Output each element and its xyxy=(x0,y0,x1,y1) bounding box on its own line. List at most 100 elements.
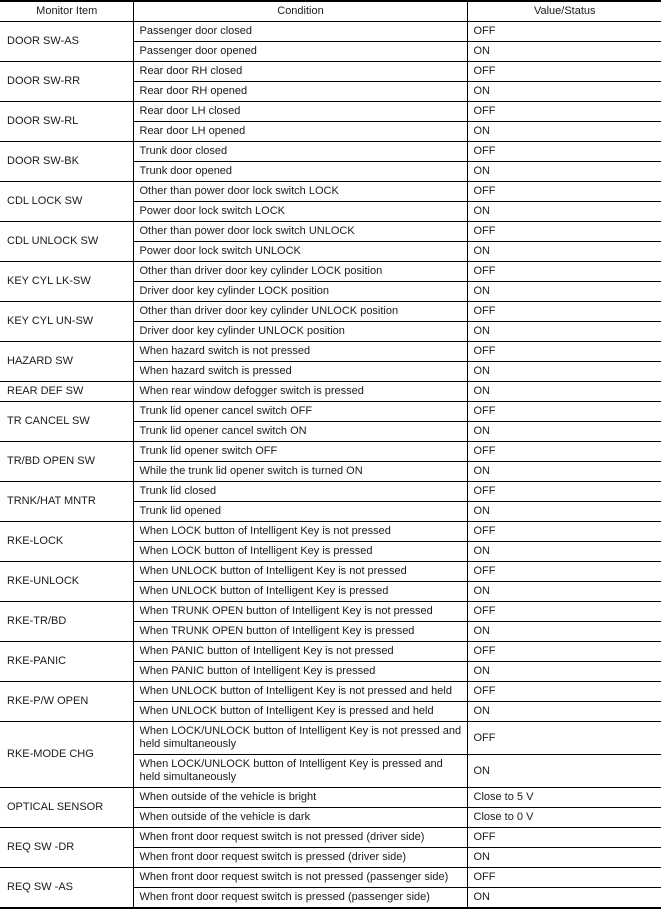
monitor-item-cell: REQ SW -AS xyxy=(0,867,134,909)
value-status-cell: ON xyxy=(466,621,661,642)
condition-cell: When UNLOCK button of Intelligent Key is… xyxy=(133,701,468,722)
table-row: DOOR SW-RR Rear door RH closed OFF xyxy=(0,61,661,102)
monitor-item-cell: DOOR SW-AS xyxy=(0,21,134,62)
table-row: REQ SW -AS When front door request switch… xyxy=(0,867,661,909)
monitor-item-table: Monitor Item Condition Value/Status DOOR… xyxy=(0,0,661,909)
monitor-item-cell: RKE-MODE CHG xyxy=(0,721,134,788)
condition-cell: When PANIC button of Intelligent Key is … xyxy=(132,641,468,662)
value-status-cell: ON xyxy=(466,421,661,442)
condition-cell: When UNLOCK button of Intelligent Key is… xyxy=(133,581,468,602)
value-status-cell: ON xyxy=(466,581,661,602)
table-row: CDL LOCK SW Other than power door lock sw… xyxy=(0,181,661,222)
monitor-item-cell: KEY CYL LK-SW xyxy=(0,261,134,302)
value-status-cell: ON xyxy=(466,847,661,868)
table-row: RKE-P/W OPEN When UNLOCK button of Intell… xyxy=(0,681,661,722)
value-status-cell: OFF xyxy=(466,301,661,322)
condition-cell: Trunk lid opened xyxy=(133,501,468,522)
value-status-cell: ON xyxy=(466,701,661,722)
table-header-row: Monitor Item Condition Value/Status xyxy=(0,0,661,22)
condition-cell: When LOCK/UNLOCK button of Intelligent K… xyxy=(132,721,468,755)
value-status-cell: ON xyxy=(466,281,661,302)
monitor-item-cell: RKE-UNLOCK xyxy=(0,561,134,602)
monitor-item-cell: REAR DEF SW xyxy=(0,381,134,402)
monitor-item-cell: REQ SW -DR xyxy=(0,827,134,868)
condition-cell: When PANIC button of Intelligent Key is … xyxy=(133,661,468,682)
condition-cell: When UNLOCK button of Intelligent Key is… xyxy=(132,561,468,582)
monitor-item-cell: RKE-TR/BD xyxy=(0,601,134,642)
condition-cell: When front door request switch is not pr… xyxy=(132,827,468,848)
value-status-cell: OFF xyxy=(466,141,661,162)
monitor-item-cell: TRNK/HAT MNTR xyxy=(0,481,134,522)
value-status-cell: OFF xyxy=(466,441,661,462)
value-status-cell: OFF xyxy=(466,21,661,42)
table-body: DOOR SW-AS Passenger door closed OFF Passen… xyxy=(0,21,661,909)
table-row: RKE-PANIC When PANIC button of Intelligen… xyxy=(0,641,661,682)
table-row: RKE-LOCK When LOCK button of Intelligent … xyxy=(0,521,661,562)
condition-cell: Other than driver door key cylinder UNLO… xyxy=(132,301,468,322)
condition-cell: When TRUNK OPEN button of Intelligent Ke… xyxy=(133,621,468,642)
value-status-cell: OFF xyxy=(466,61,661,82)
condition-cell: When front door request switch is presse… xyxy=(133,887,468,909)
monitor-item-cell: DOOR SW-RR xyxy=(0,61,134,102)
condition-cell: Trunk lid closed xyxy=(132,481,468,502)
value-status-cell: Close to 0 V xyxy=(466,807,661,828)
condition-cell: When LOCK/UNLOCK button of Intelligent K… xyxy=(133,754,468,788)
value-status-cell: OFF xyxy=(466,681,661,702)
table-row: CDL UNLOCK SW Other than power door lock … xyxy=(0,221,661,262)
condition-cell: Trunk lid opener cancel switch ON xyxy=(133,421,468,442)
condition-cell: Trunk lid opener cancel switch OFF xyxy=(132,401,468,422)
condition-cell: When UNLOCK button of Intelligent Key is… xyxy=(132,681,468,702)
value-status-cell: OFF xyxy=(466,721,661,755)
value-status-cell: ON xyxy=(466,81,661,102)
condition-cell: When outside of the vehicle is bright xyxy=(132,787,468,808)
condition-cell: When outside of the vehicle is dark xyxy=(133,807,468,828)
table-row: RKE-TR/BD When TRUNK OPEN button of Intel… xyxy=(0,601,661,642)
value-status-cell: OFF xyxy=(466,601,661,622)
table-row: KEY CYL UN-SW Other than driver door key … xyxy=(0,301,661,342)
value-status-cell: OFF xyxy=(466,341,661,362)
table-row: TR/BD OPEN SW Trunk lid opener switch OFF… xyxy=(0,441,661,482)
monitor-item-cell: CDL LOCK SW xyxy=(0,181,134,222)
condition-cell: While the trunk lid opener switch is tur… xyxy=(133,461,468,482)
condition-cell: Rear door RH opened xyxy=(133,81,468,102)
condition-cell: Passenger door closed xyxy=(132,21,468,42)
value-status-cell: ON xyxy=(466,321,661,342)
condition-cell: When front door request switch is not pr… xyxy=(132,867,468,888)
condition-cell: Other than power door lock switch UNLOCK xyxy=(132,221,468,242)
value-status-cell: ON xyxy=(466,661,661,682)
monitor-item-cell: TR/BD OPEN SW xyxy=(0,441,134,482)
value-status-cell: OFF xyxy=(466,221,661,242)
condition-cell: Power door lock switch LOCK xyxy=(133,201,468,222)
monitor-item-cell: DOOR SW-BK xyxy=(0,141,134,182)
monitor-item-cell: OPTICAL SENSOR xyxy=(0,787,134,828)
value-status-cell: OFF xyxy=(466,481,661,502)
condition-cell: Trunk lid opener switch OFF xyxy=(132,441,468,462)
value-status-cell: ON xyxy=(466,461,661,482)
value-status-cell: ON xyxy=(466,161,661,182)
table-row: HAZARD SW When hazard switch is not press… xyxy=(0,341,661,382)
monitor-item-cell: KEY CYL UN-SW xyxy=(0,301,134,342)
table-row: DOOR SW-AS Passenger door closed OFF xyxy=(0,21,661,62)
table-row: TR CANCEL SW Trunk lid opener cancel swit… xyxy=(0,401,661,442)
monitor-item-cell: RKE-LOCK xyxy=(0,521,134,562)
header-value-status: Value/Status xyxy=(466,0,661,22)
condition-cell: Driver door key cylinder LOCK position xyxy=(133,281,468,302)
condition-cell: When rear window defogger switch is pres… xyxy=(132,381,468,402)
condition-cell: Power door lock switch UNLOCK xyxy=(133,241,468,262)
value-status-cell: ON xyxy=(466,241,661,262)
value-status-cell: ON xyxy=(466,887,661,909)
table-row: DOOR SW-RL Rear door LH closed OFF xyxy=(0,101,661,142)
condition-cell: Rear door RH closed xyxy=(132,61,468,82)
value-status-cell: Close to 5 V xyxy=(466,787,661,808)
value-status-cell: ON xyxy=(466,361,661,382)
value-status-cell: ON xyxy=(466,501,661,522)
value-status-cell: ON xyxy=(466,381,661,402)
table-row: OPTICAL SENSOR When outside of the vehicl… xyxy=(0,787,661,828)
monitor-item-cell: TR CANCEL SW xyxy=(0,401,134,442)
table-row: KEY CYL LK-SW Other than driver door key … xyxy=(0,261,661,302)
value-status-cell: ON xyxy=(466,541,661,562)
condition-cell: Other than power door lock switch LOCK xyxy=(132,181,468,202)
condition-cell: Trunk door closed xyxy=(132,141,468,162)
value-status-cell: OFF xyxy=(466,561,661,582)
value-status-cell: OFF xyxy=(466,261,661,282)
